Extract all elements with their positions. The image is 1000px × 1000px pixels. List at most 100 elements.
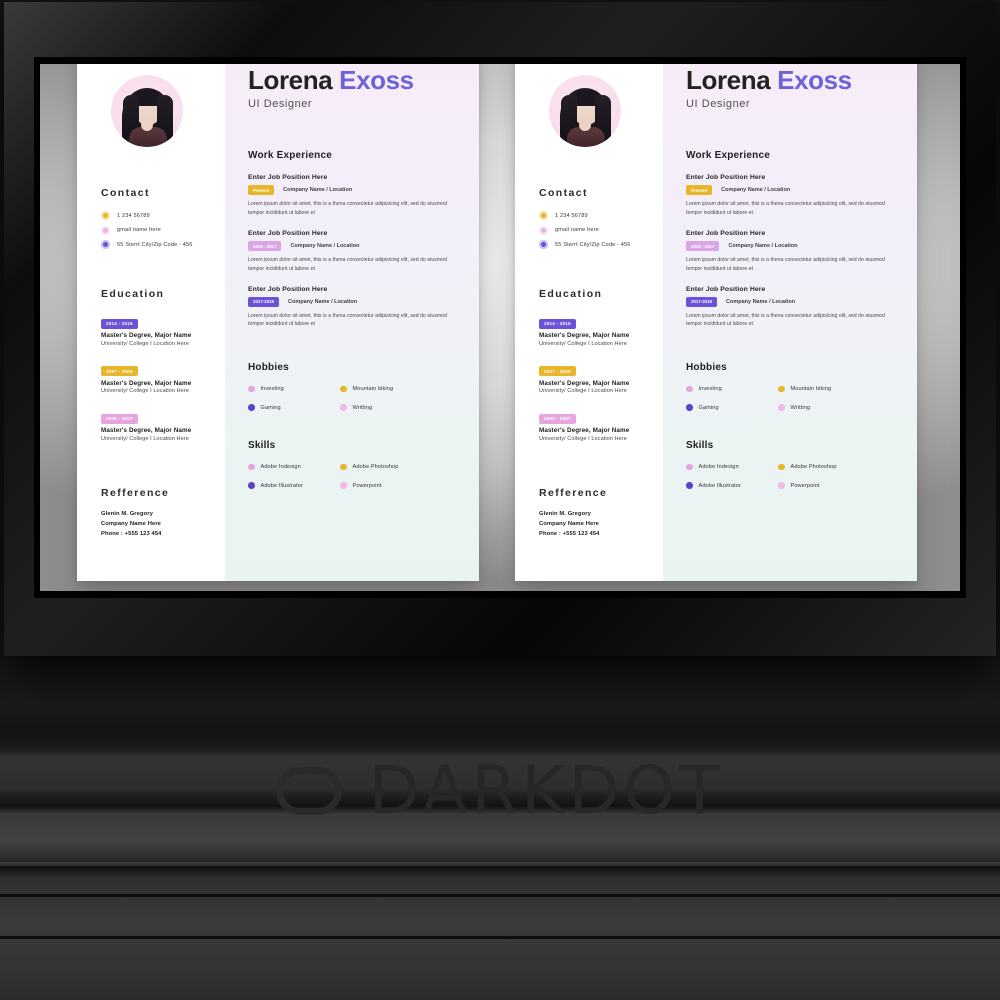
education-degree: Master's Degree, Major Name [539,427,630,434]
job-role: UI Designer [248,98,313,111]
education-years-badge: 2014 - 2015 [101,318,138,329]
bullet-icon [248,482,255,489]
job-position: Enter Job Position Here [686,174,766,182]
hobby-item: Writting [340,404,459,411]
job-company: Company Name / Location [290,243,360,250]
skills-section: Skills Adobe Indesign Adobe Photoshop Ad… [248,440,459,489]
frame-mat: Contact 1 234 56789 gmail name here 55 S… [40,64,960,591]
hobby-label: Investing [260,386,284,393]
resume-card[interactable]: Contact 1 234 56789 gmail name here 55 S… [77,64,479,581]
hobby-label: Mountain biking [352,386,394,393]
name-last: Exoss [339,65,414,95]
hobby-label: Investing [698,386,722,393]
reference-company: Company Name Here [101,520,162,527]
hobby-label: Writting [790,404,811,411]
location-icon [101,240,110,249]
name-last: Exoss [777,65,852,95]
hobby-label: Gaming [260,404,281,411]
education-years-badge: 2007 - 2009 [101,366,138,376]
reference-phone: Phone : +555 123 454 [101,530,162,537]
resume-cards: Contact 1 234 56789 gmail name here 55 S… [40,64,960,591]
education-item: 2005 - 2007 Master's Degree, Major Name … [539,407,650,442]
hobby-item: Investing [686,385,772,393]
skills-heading: Skills [686,439,714,451]
skill-label: Adobe Indesign [260,464,301,471]
job-company: Company Name / Location [726,298,796,305]
job-company: Company Name / Location [721,187,791,194]
work-experience-section: Work Experience Enter Job Position Here … [248,150,459,329]
skill-label: Adobe Illustrator [260,482,303,489]
reference-phone: Phone : +555 123 454 [539,530,600,537]
job-entry: Enter Job Position Here 2017-2019 Compan… [686,286,897,329]
bullet-icon [778,482,785,489]
job-period-badge: 2017-2019 [248,296,279,307]
education-school: University/ College I Location Here [539,340,627,347]
contact-item: 1 234 56789 [101,211,212,220]
education-heading: Education [101,288,165,300]
job-period-badge: 2017-2019 [686,296,717,307]
education-item: 2005 - 2007 Master's Degree, Major Name … [101,407,212,442]
education-years-badge: 2005 - 2007 [539,413,576,424]
job-description: Lorem ipsum dolor sit amet, this is a th… [686,312,885,328]
bullet-icon [340,385,347,393]
education-years-badge: 2007 - 2009 [539,366,576,376]
job-description: Lorem ipsum dolor sit amet, this is a th… [686,257,885,272]
bullet-icon [686,385,693,393]
job-company: Company Name / Location [283,187,353,194]
education-section: Education 2014 - 2015 Master's Degree, M… [101,288,212,442]
phone-icon [101,211,110,220]
contact-heading: Contact [539,187,588,199]
job-entry: Enter Job Position Here 2015 - 2017 Comp… [686,230,897,273]
contact-phone: 1 234 56789 [117,212,150,219]
contact-section: Contact 1 234 56789 gmail name here 55 S… [539,187,650,249]
skill-label: Adobe Indesign [698,464,739,471]
job-position: Enter Job Position Here [686,285,766,293]
education-school: University/ College I Location Here [539,435,627,442]
wall-moulding-band [0,894,1000,897]
hobby-item: Mountain biking [340,385,459,393]
work-heading: Work Experience [686,150,770,162]
work-heading: Work Experience [248,150,332,162]
name-first: Lorena [686,65,771,95]
scene: DARKDOT Contact 1 234 56789 gmail name h… [0,0,1000,1000]
reference-heading: Refference [539,486,608,499]
resume-card[interactable]: Contact 1 234 56789 gmail name here 55 S… [515,64,917,581]
hobby-item: Investing [248,385,334,393]
job-description: Lorem ipsum dolor sit amet, this is a th… [248,201,447,216]
job-period-badge: 2015 - 2017 [248,241,282,252]
skill-item: Adobe Illustrator [248,482,334,489]
job-entry: Enter Job Position Here 2015 - 2017 Comp… [248,230,459,273]
contact-item: 55 Sterrt City/Zip Code - 456 [539,240,650,249]
hobbies-section: Hobbies Investing Mountain biking Gaming… [248,362,459,411]
contact-item: 55 Sterrt City/Zip Code - 456 [101,240,212,249]
job-position: Enter Job Position Here [248,285,328,293]
hobby-label: Gaming [698,404,719,411]
job-description: Lorem ipsum dolor sit amet, this is a th… [248,312,447,328]
contact-item: gmail name here [101,225,212,235]
job-period-badge: Present [686,185,713,196]
contact-address: 55 Sterrt City/Zip Code - 456 [555,241,631,248]
wall-background [0,620,1000,1000]
skill-item: Powerpoint [340,482,459,489]
job-entry: Enter Job Position Here Present Company … [248,174,459,217]
education-section: Education 2014 - 2015 Master's Degree, M… [539,288,650,442]
hobby-item: Gaming [248,404,334,411]
bullet-icon [686,482,693,489]
skill-label: Adobe Photoshop [790,464,837,471]
work-experience-section: Work Experience Enter Job Position Here … [686,150,897,329]
skill-item: Adobe Photoshop [340,463,459,471]
bullet-icon [340,463,347,471]
job-position: Enter Job Position Here [248,230,328,238]
hobby-label: Mountain biking [790,386,832,393]
job-description: Lorem ipsum dolor sit amet, this is a th… [686,201,885,216]
skills-heading: Skills [248,439,276,451]
education-degree: Master's Degree, Major Name [101,332,192,339]
picture-frame: Contact 1 234 56789 gmail name here 55 S… [4,2,996,656]
contact-email: gmail name here [555,227,599,233]
bullet-icon [340,482,347,489]
job-period-badge: 2015 - 2017 [686,241,720,252]
reference-section: Refference Glenin M. Gregory Company Nam… [101,487,212,537]
job-role: UI Designer [686,98,751,111]
skill-label: Adobe Photoshop [352,464,399,471]
bullet-icon [248,385,255,393]
